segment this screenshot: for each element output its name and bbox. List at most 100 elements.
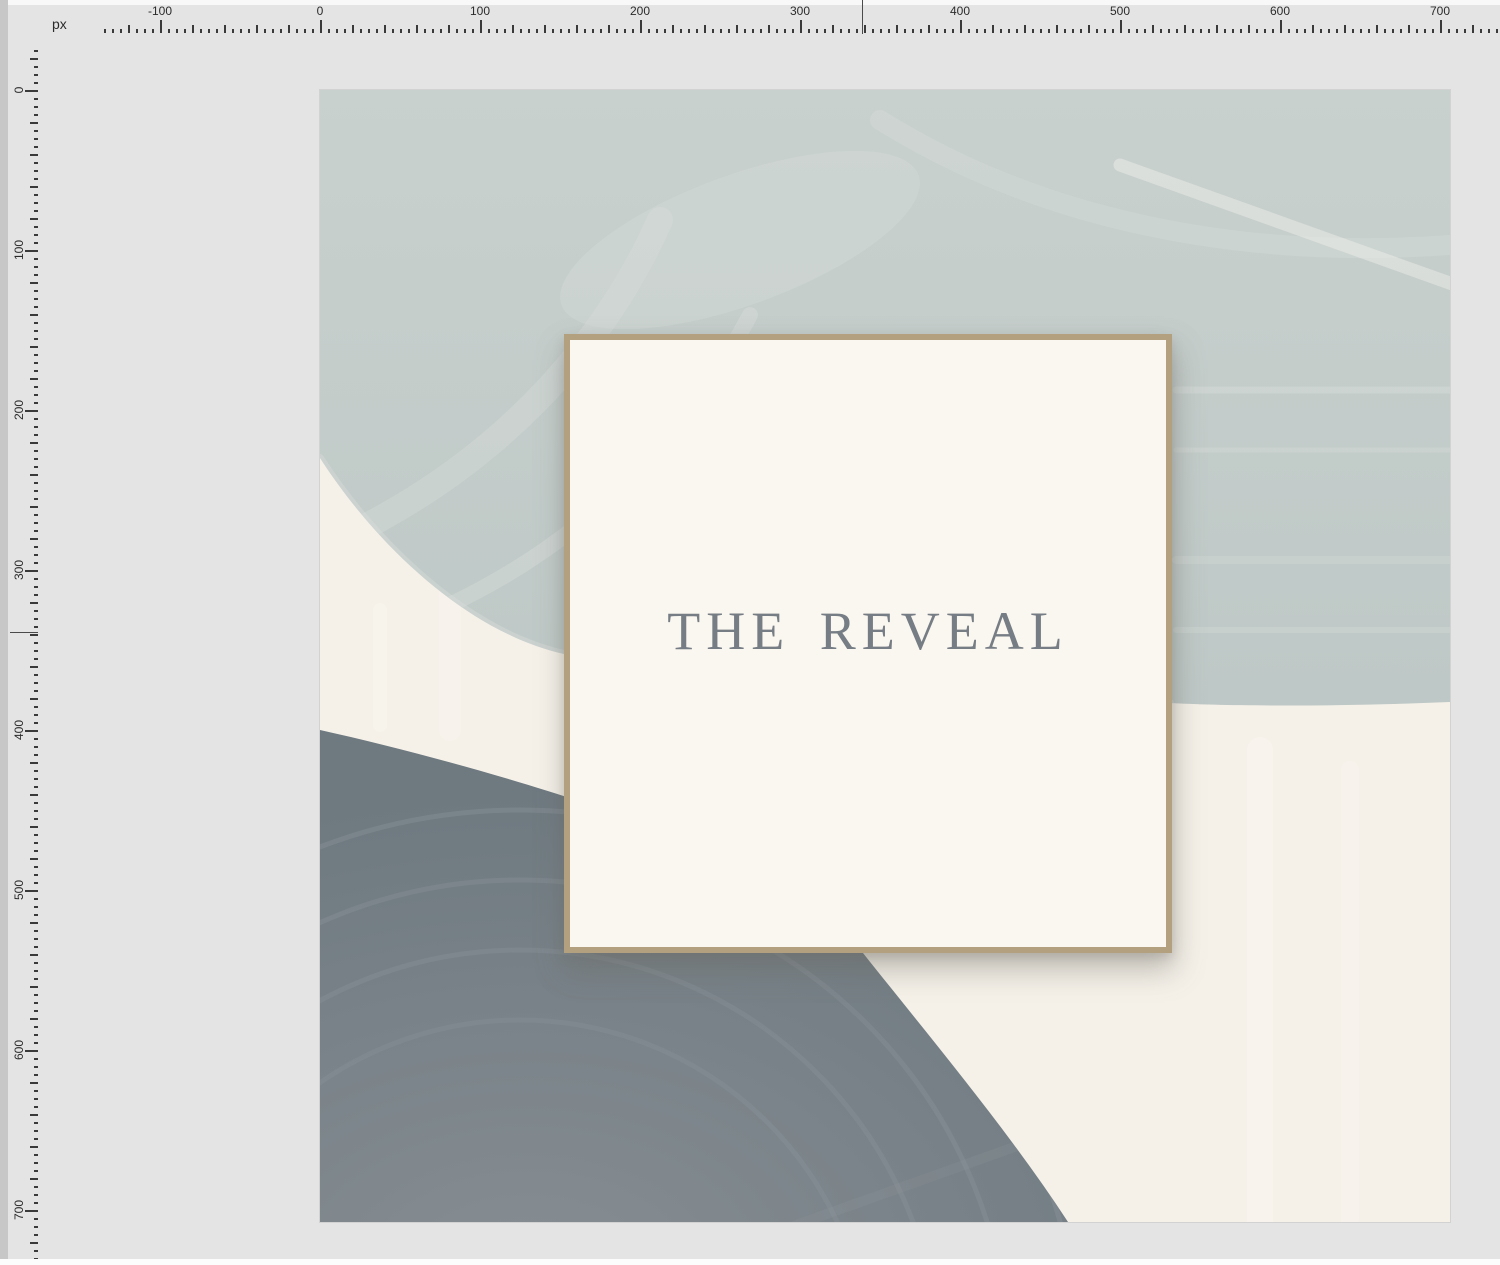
ruler-tick	[34, 682, 38, 684]
ruler-tick	[1128, 29, 1130, 33]
ruler-tick	[34, 562, 38, 564]
ruler-tick	[30, 666, 38, 668]
ruler-tick	[34, 962, 38, 964]
ruler-tick	[30, 1178, 38, 1180]
ruler-tick	[936, 29, 938, 33]
ruler-tick	[34, 882, 38, 884]
ruler-tick	[34, 1234, 38, 1236]
ruler-tick	[304, 29, 306, 33]
ruler-tick	[808, 29, 810, 33]
ruler-tick	[34, 450, 38, 452]
ruler-tick	[34, 1194, 38, 1196]
ruler-tick	[1032, 29, 1034, 33]
ruler-tick	[272, 29, 274, 33]
ruler-tick	[856, 29, 858, 33]
ruler-label: 500	[1110, 4, 1130, 18]
ruler-tick	[30, 634, 38, 636]
ruler-tick	[1408, 25, 1410, 33]
horizontal-ruler[interactable]: -1000100200300400500600700	[0, 0, 1500, 36]
ruler-tick	[344, 29, 346, 33]
ruler-tick	[760, 29, 762, 33]
ruler-label: 100	[470, 4, 490, 18]
ruler-tick	[25, 1050, 38, 1052]
ruler-tick	[400, 29, 402, 33]
ruler-tick	[368, 29, 370, 33]
ruler-tick	[840, 29, 842, 33]
ruler-tick	[34, 938, 38, 940]
ruler-tick	[30, 58, 38, 60]
ruler-tick	[1272, 29, 1274, 33]
ruler-tick	[464, 29, 466, 33]
reveal-card[interactable]: THE REVEAL	[564, 334, 1172, 953]
ruler-tick	[34, 338, 38, 340]
ruler-tick	[1192, 29, 1194, 33]
ruler-tick	[416, 25, 418, 33]
ruler-tick	[848, 29, 850, 33]
ruler-tick	[30, 442, 38, 444]
ruler-tick	[34, 386, 38, 388]
ruler-tick	[696, 29, 698, 33]
ruler-tick	[1360, 29, 1362, 33]
ruler-tick	[34, 362, 38, 364]
ruler-tick	[560, 29, 562, 33]
design-canvas[interactable]: THE REVEAL	[320, 90, 1450, 1222]
ruler-tick	[34, 610, 38, 612]
ruler-tick	[1472, 25, 1474, 33]
ruler-tick	[872, 29, 874, 33]
ruler-tick	[34, 138, 38, 140]
ruler-tick	[616, 29, 618, 33]
ruler-tick	[800, 20, 802, 33]
ruler-tick	[1056, 25, 1058, 33]
ruler-tick	[192, 25, 194, 33]
ruler-tick	[1224, 29, 1226, 33]
ruler-tick	[34, 1250, 38, 1252]
ruler-tick	[34, 578, 38, 580]
ruler-tick	[1200, 29, 1202, 33]
ruler-tick	[30, 538, 38, 540]
ruler-tick	[25, 570, 38, 572]
ruler-tick	[232, 29, 234, 33]
ruler-tick	[680, 29, 682, 33]
ruler-tick	[144, 29, 146, 33]
ruler-tick	[34, 658, 38, 660]
ruler-tick	[488, 29, 490, 33]
ruler-tick	[136, 29, 138, 33]
ruler-tick	[34, 1090, 38, 1092]
ruler-tick	[25, 730, 38, 732]
ruler-tick	[1336, 29, 1338, 33]
ruler-tick	[176, 29, 178, 33]
ruler-tick	[648, 29, 650, 33]
ruler-tick	[576, 25, 578, 33]
ruler-tick	[34, 258, 38, 260]
ruler-tick	[1456, 29, 1458, 33]
ruler-tick	[328, 29, 330, 33]
vertical-ruler[interactable]: 0100200300400500600700	[0, 0, 40, 1265]
ruler-tick	[448, 25, 450, 33]
ruler-tick	[34, 1058, 38, 1060]
ruler-tick	[736, 25, 738, 33]
ruler-tick	[30, 1082, 38, 1084]
ruler-tick	[1488, 29, 1490, 33]
ruler-tick	[34, 1162, 38, 1164]
ruler-tick	[1400, 29, 1402, 33]
ruler-tick	[1080, 29, 1082, 33]
ruler-tick	[34, 1122, 38, 1124]
ruler-tick	[30, 794, 38, 796]
ruler-tick	[1024, 25, 1026, 33]
ruler-tick	[34, 66, 38, 68]
ruler-tick	[1432, 29, 1434, 33]
ruler-tick	[1184, 25, 1186, 33]
ruler-tick	[336, 29, 338, 33]
ruler-tick	[34, 866, 38, 868]
ruler-tick	[34, 234, 38, 236]
ruler-tick	[34, 1098, 38, 1100]
ruler-tick	[34, 162, 38, 164]
window-bottom-edge	[0, 1259, 1500, 1265]
ruler-tick	[1384, 29, 1386, 33]
ruler-tick	[34, 1138, 38, 1140]
ruler-tick	[912, 29, 914, 33]
ruler-tick	[34, 306, 38, 308]
ruler-tick	[34, 842, 38, 844]
ruler-tick	[34, 1186, 38, 1188]
ruler-tick	[34, 82, 38, 84]
